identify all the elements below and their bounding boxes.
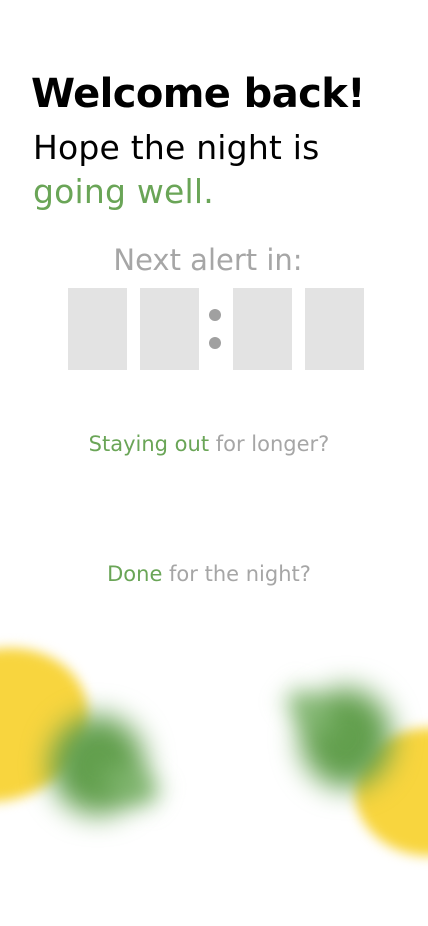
- greeting-line-2: going well.: [33, 172, 214, 211]
- countdown-digit-minutes-tens: [233, 288, 292, 370]
- next-alert-label: Next alert in:: [113, 243, 303, 277]
- greeting-line-1: Hope the night is: [33, 128, 320, 167]
- done-accent-text: Done: [107, 562, 163, 586]
- countdown-digit-hours-tens: [68, 288, 127, 370]
- colon-dot-top: [209, 309, 221, 321]
- done-rest-text: for the night?: [162, 562, 311, 586]
- welcome-title: Welcome back!: [31, 71, 365, 117]
- app-screen: Welcome back! Hope the night is going we…: [0, 0, 428, 926]
- colon-dot-bottom: [209, 337, 221, 349]
- countdown-digit-hours-ones: [140, 288, 199, 370]
- staying-out-rest-text: for longer?: [209, 432, 330, 456]
- countdown-digit-minutes-ones: [305, 288, 364, 370]
- staying-out-link[interactable]: Staying out for longer?: [0, 429, 418, 459]
- staying-out-accent-text: Staying out: [88, 432, 210, 456]
- done-for-night-link[interactable]: Done for the night?: [0, 559, 418, 589]
